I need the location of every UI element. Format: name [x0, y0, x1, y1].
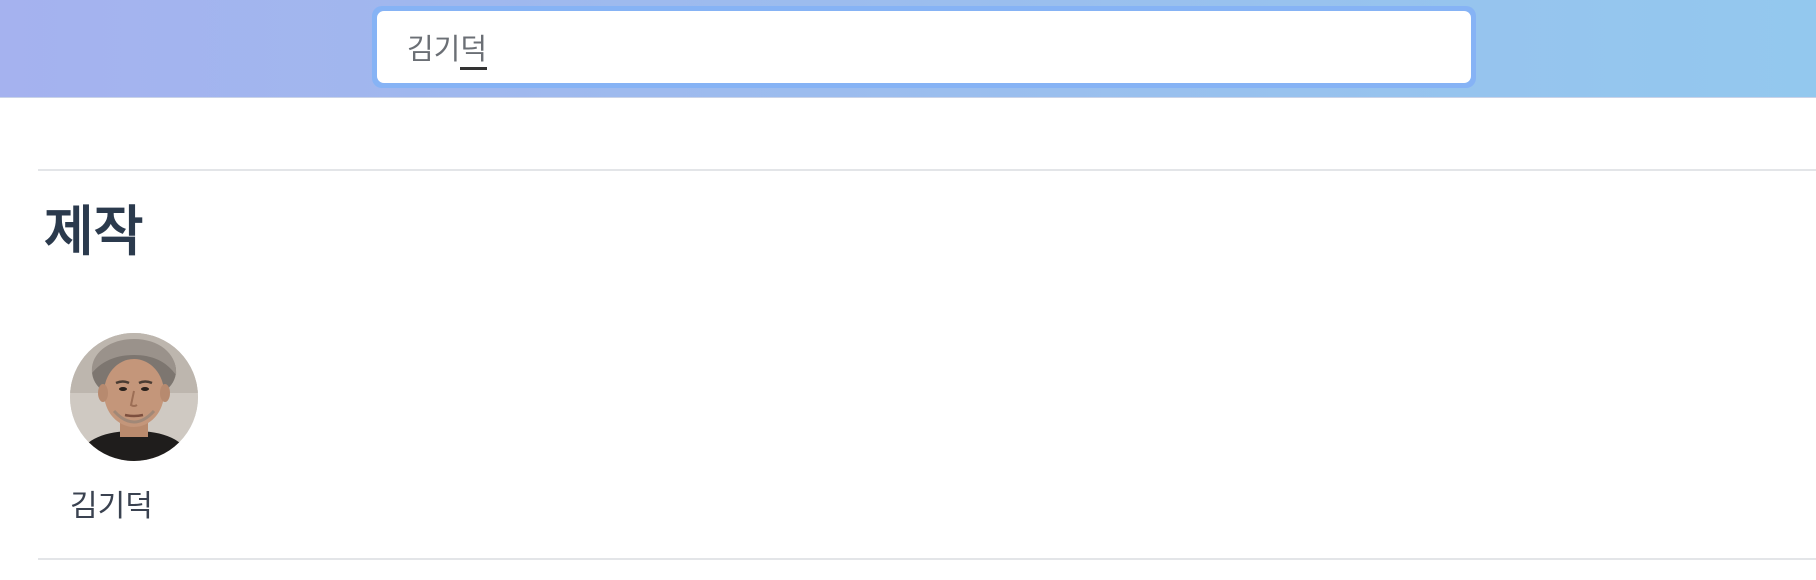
avatar[interactable] [70, 333, 198, 461]
person-photo-icon [70, 333, 198, 461]
search-input-composing-text: 덕 [460, 32, 488, 70]
top-bar: 김기덕 [0, 0, 1816, 98]
section-divider-bottom [38, 558, 1816, 560]
section-title: 제작 [44, 200, 144, 263]
person-card[interactable]: 김기덕 [68, 333, 200, 525]
search-input-value: 김기덕 [407, 26, 488, 70]
search-field-focus-ring[interactable]: 김기덕 [372, 6, 1476, 88]
section-divider-top [38, 169, 1816, 171]
search-input-committed-text: 김기 [407, 32, 461, 66]
person-name[interactable]: 김기덕 [70, 481, 153, 525]
search-input[interactable]: 김기덕 [377, 11, 1471, 83]
